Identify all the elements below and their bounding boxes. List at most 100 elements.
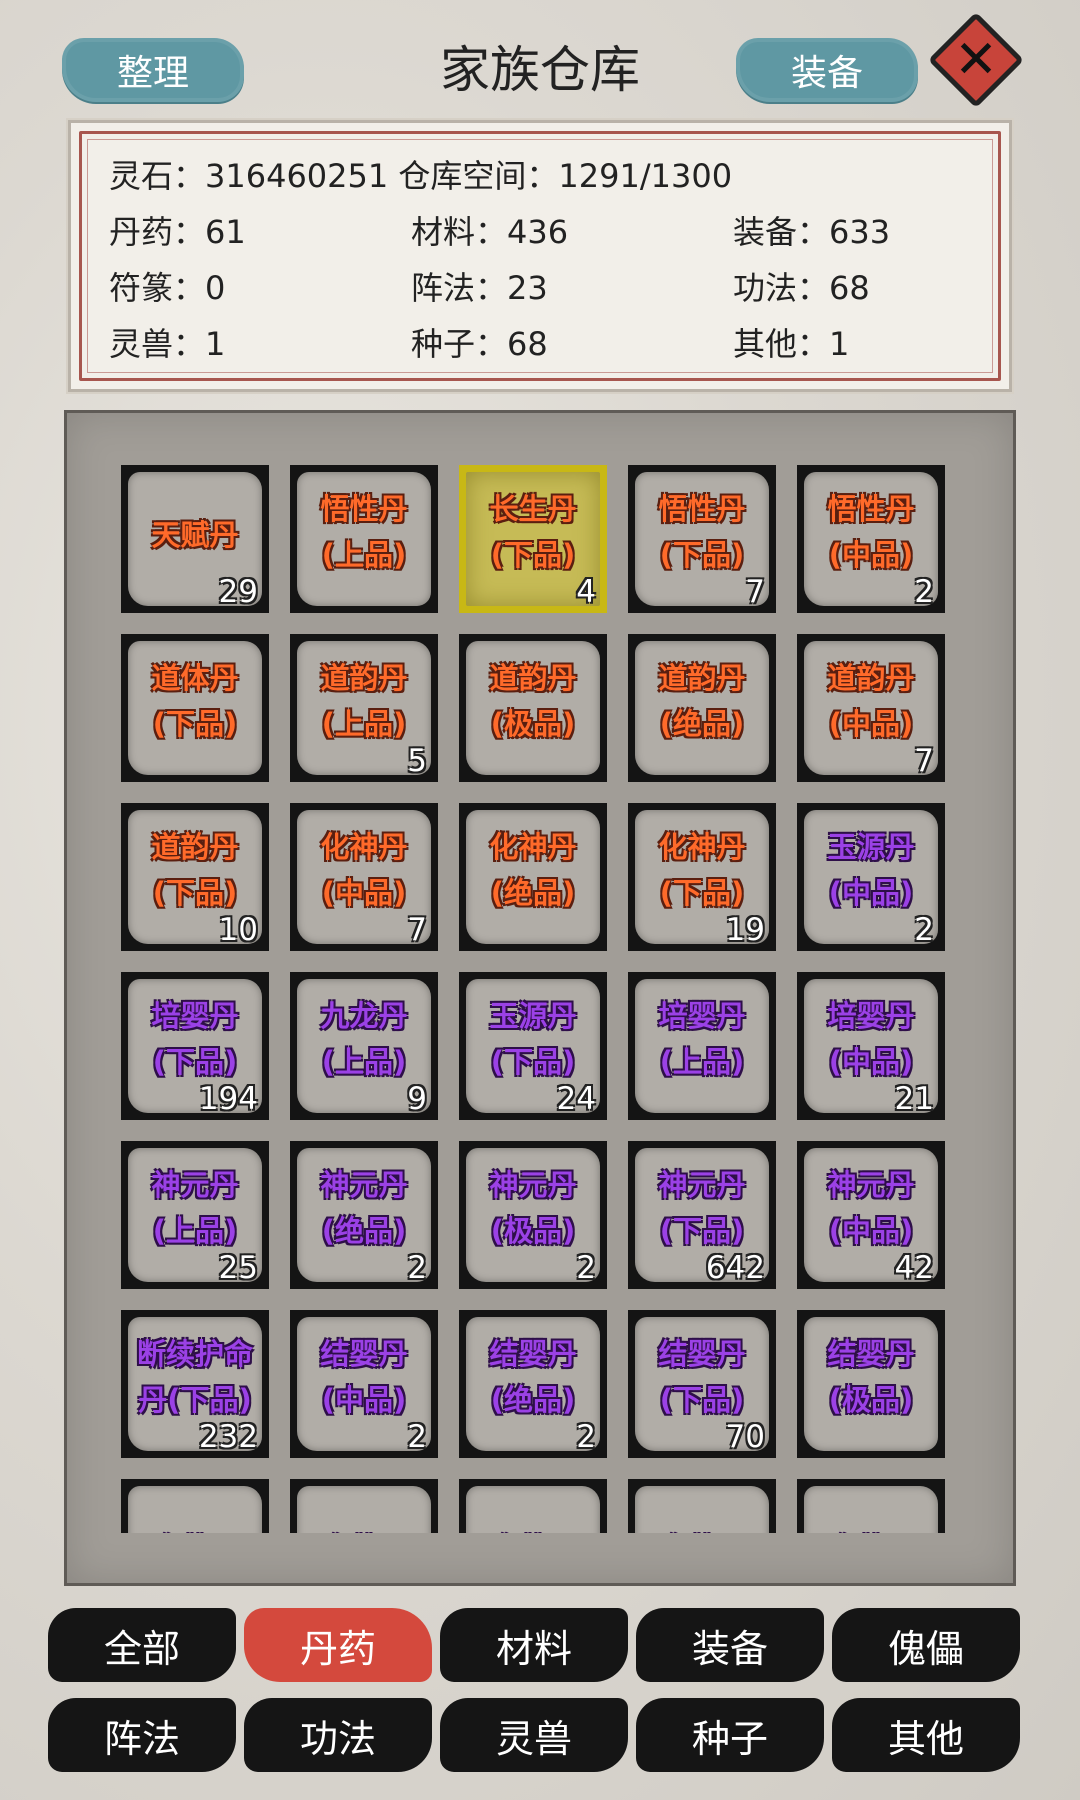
inventory-slot[interactable]: 道韵丹 (上品) 5 bbox=[290, 634, 438, 782]
item-name: 悟性丹 (上品) bbox=[297, 486, 431, 578]
inventory-slot[interactable]: 道韵丹 (绝品) bbox=[628, 634, 776, 782]
inventory-slot[interactable]: 悟性丹 (中品) 2 bbox=[797, 465, 945, 613]
inventory-slot[interactable]: 金莲丹 bbox=[797, 1479, 945, 1533]
inventory-slot[interactable]: 金莲丹 bbox=[121, 1479, 269, 1533]
item-name-line1: 结婴丹 bbox=[658, 1337, 746, 1371]
item-name-line2: (中品) bbox=[828, 1045, 914, 1079]
item-name: 结婴丹 (中品) bbox=[297, 1331, 431, 1423]
slot-background: 玉源丹 (中品) 2 bbox=[804, 810, 938, 948]
item-name: 神元丹 (绝品) bbox=[297, 1162, 431, 1254]
inventory-slot[interactable]: 培婴丹 (下品) 194 bbox=[121, 972, 269, 1120]
sort-button[interactable]: 整理 bbox=[62, 38, 244, 102]
item-name-line2: (中品) bbox=[828, 1214, 914, 1248]
slot-background: 道韵丹 (下品) 10 bbox=[128, 810, 262, 948]
inventory-slot[interactable]: 神元丹 (极品) 2 bbox=[459, 1141, 607, 1289]
category-tab[interactable]: 功法 bbox=[244, 1698, 432, 1772]
slot-background: 化神丹 (绝品) bbox=[466, 810, 600, 944]
page-title: 家族仓库 bbox=[440, 41, 640, 99]
item-name-line1: 化神丹 bbox=[489, 830, 577, 864]
item-name-line1: 金莲丹 bbox=[466, 1526, 600, 1533]
item-name-line2: (极品) bbox=[828, 1383, 914, 1417]
item-name-line2: (上品) bbox=[321, 1045, 407, 1079]
item-count: 7 bbox=[407, 912, 427, 948]
stat-equipment: 装备：633 bbox=[733, 213, 891, 251]
inventory-slot[interactable]: 结婴丹 (极品) bbox=[797, 1310, 945, 1458]
item-name-line1: 九龙丹 bbox=[320, 999, 408, 1033]
inventory-slot[interactable]: 化神丹 (中品) 7 bbox=[290, 803, 438, 951]
inventory-slot[interactable]: 悟性丹 (下品) 7 bbox=[628, 465, 776, 613]
close-button[interactable]: ✕ bbox=[927, 11, 1025, 109]
inventory-slot[interactable]: 化神丹 (绝品) bbox=[459, 803, 607, 951]
inventory-slot[interactable]: 道体丹 (下品) bbox=[121, 634, 269, 782]
item-count: 70 bbox=[725, 1419, 765, 1455]
inventory-slot[interactable]: 神元丹 (绝品) 2 bbox=[290, 1141, 438, 1289]
inventory-slot[interactable]: 金莲丹 bbox=[459, 1479, 607, 1533]
inventory-slot[interactable]: 道韵丹 (下品) 10 bbox=[121, 803, 269, 951]
category-tab[interactable]: 丹药 bbox=[244, 1608, 432, 1682]
equip-button[interactable]: 装备 bbox=[736, 38, 918, 102]
inventory-slot[interactable]: 天赋丹 29 bbox=[121, 465, 269, 613]
item-name-line2: (上品) bbox=[321, 538, 407, 572]
category-tab[interactable]: 种子 bbox=[636, 1698, 824, 1772]
item-count: 7 bbox=[745, 574, 765, 610]
inventory-slot[interactable]: 金莲丹 bbox=[290, 1479, 438, 1533]
category-tab[interactable]: 其他 bbox=[832, 1698, 1020, 1772]
item-name-line2: (绝品) bbox=[321, 1214, 407, 1248]
stat-techniques: 功法：68 bbox=[733, 269, 870, 307]
category-tab[interactable]: 全部 bbox=[48, 1608, 236, 1682]
item-name-line1: 长生丹 bbox=[489, 492, 577, 526]
inventory-slot[interactable]: 玉源丹 (下品) 24 bbox=[459, 972, 607, 1120]
inventory-slot[interactable]: 断续护命 丹(下品) 232 bbox=[121, 1310, 269, 1458]
inventory-grid[interactable]: 天赋丹 29 悟性丹 (上品) 长生丹 (下品) 4 悟性丹 (下品) 7 悟性丹 (中品) 2 道体丹(… bbox=[121, 465, 959, 1533]
inventory-slot[interactable]: 结婴丹 (下品) 70 bbox=[628, 1310, 776, 1458]
slot-background: 结婴丹 (极品) bbox=[804, 1317, 938, 1451]
slot-background: 结婴丹 (绝品) 2 bbox=[466, 1317, 600, 1455]
item-count: 642 bbox=[705, 1250, 765, 1286]
item-name-line1: 金莲丹 bbox=[297, 1526, 431, 1533]
category-tab[interactable]: 材料 bbox=[440, 1608, 628, 1682]
item-name: 化神丹 (中品) bbox=[297, 824, 431, 916]
slot-background: 化神丹 (中品) 7 bbox=[297, 810, 431, 948]
stat-materials: 材料：436 bbox=[411, 213, 569, 251]
slot-background: 悟性丹 (上品) bbox=[297, 472, 431, 606]
category-tab[interactable]: 傀儡 bbox=[832, 1608, 1020, 1682]
inventory-slot[interactable]: 玉源丹 (中品) 2 bbox=[797, 803, 945, 951]
inventory-slot[interactable]: 培婴丹 (中品) 21 bbox=[797, 972, 945, 1120]
item-count: 9 bbox=[407, 1081, 427, 1117]
inventory-slot[interactable]: 金莲丹 bbox=[628, 1479, 776, 1533]
item-name-line2: (中品) bbox=[321, 1383, 407, 1417]
item-name: 金莲丹 bbox=[635, 1526, 769, 1533]
item-name-line1: 金莲丹 bbox=[635, 1526, 769, 1533]
inventory-slot[interactable]: 结婴丹 (绝品) 2 bbox=[459, 1310, 607, 1458]
category-tab[interactable]: 装备 bbox=[636, 1608, 824, 1682]
item-name: 培婴丹 (下品) bbox=[128, 993, 262, 1085]
category-tab[interactable]: 阵法 bbox=[48, 1698, 236, 1772]
slot-background: 玉源丹 (下品) 24 bbox=[466, 979, 600, 1117]
inventory-slot[interactable]: 长生丹 (下品) 4 bbox=[459, 465, 607, 613]
item-name-line1: 悟性丹 bbox=[658, 492, 746, 526]
inventory-slot[interactable]: 神元丹 (中品) 42 bbox=[797, 1141, 945, 1289]
inventory-slot[interactable]: 培婴丹 (上品) bbox=[628, 972, 776, 1120]
inventory-slot[interactable]: 悟性丹 (上品) bbox=[290, 465, 438, 613]
inventory-slot[interactable]: 化神丹 (下品) 19 bbox=[628, 803, 776, 951]
item-name-line1: 道体丹 bbox=[151, 661, 239, 695]
inventory-slot[interactable]: 道韵丹 (中品) 7 bbox=[797, 634, 945, 782]
item-name: 化神丹 (下品) bbox=[635, 824, 769, 916]
slot-background: 九龙丹 (上品) 9 bbox=[297, 979, 431, 1117]
item-name-line2: (极品) bbox=[490, 1214, 576, 1248]
item-count: 42 bbox=[894, 1250, 934, 1286]
inventory-slot[interactable]: 结婴丹 (中品) 2 bbox=[290, 1310, 438, 1458]
slot-background: 长生丹 (下品) 4 bbox=[466, 472, 600, 610]
item-count: 19 bbox=[725, 912, 765, 948]
item-name-line1: 天赋丹 bbox=[151, 518, 239, 552]
inventory-slot[interactable]: 九龙丹 (上品) 9 bbox=[290, 972, 438, 1120]
item-count: 2 bbox=[576, 1250, 596, 1286]
warehouse-stats-panel: 灵石：316460251 仓库空间：1291/1300 丹药：61 材料：436… bbox=[68, 120, 1012, 392]
inventory-slot[interactable]: 神元丹 (下品) 642 bbox=[628, 1141, 776, 1289]
category-tab[interactable]: 灵兽 bbox=[440, 1698, 628, 1772]
inventory-slot[interactable]: 道韵丹 (极品) bbox=[459, 634, 607, 782]
slot-background: 道韵丹 (中品) 7 bbox=[804, 641, 938, 779]
inventory-slot[interactable]: 神元丹 (上品) 25 bbox=[121, 1141, 269, 1289]
item-count: 7 bbox=[914, 743, 934, 779]
stat-seeds: 种子：68 bbox=[411, 325, 548, 363]
